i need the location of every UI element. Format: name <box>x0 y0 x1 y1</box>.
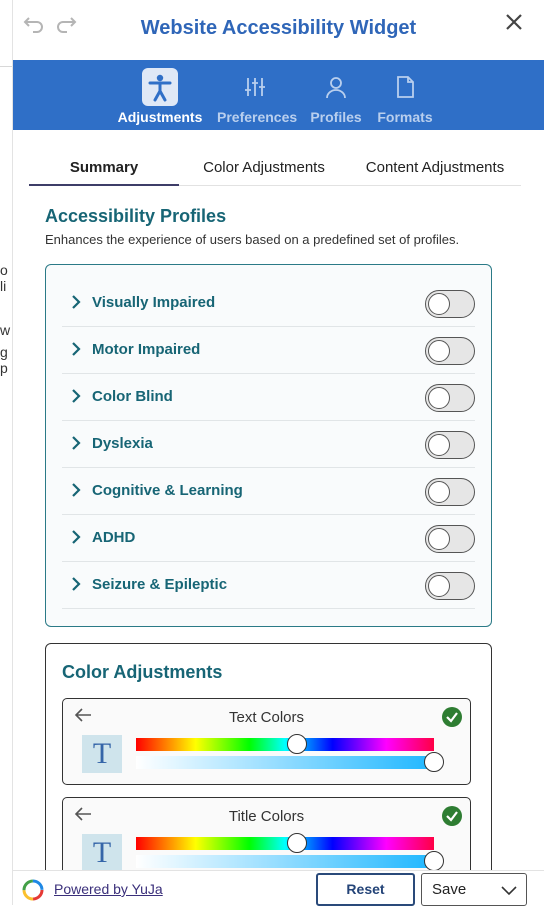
check-icon <box>442 707 462 727</box>
background-text: o li <box>0 262 8 294</box>
save-select[interactable]: Save <box>421 873 527 906</box>
profile-label: Motor Impaired <box>92 341 201 358</box>
profile-label: ADHD <box>92 529 136 546</box>
profile-label: Dyslexia <box>92 435 153 452</box>
profile-toggle[interactable] <box>425 337 475 365</box>
chevron-down-icon <box>500 881 518 899</box>
nav-label: Preferences <box>217 109 298 125</box>
reset-button[interactable]: Reset <box>316 873 415 906</box>
chevron-right-icon[interactable] <box>70 341 84 357</box>
close-icon[interactable] <box>502 10 526 34</box>
profile-row[interactable]: Dyslexia <box>62 421 475 468</box>
color-adjustments-panel: Color Adjustments Text Colors T Title Colo… <box>45 643 492 870</box>
toggle-knob <box>428 528 450 550</box>
widget-footer: Powered by YuJa Reset Save <box>13 870 544 906</box>
profile-label: Cognitive & Learning <box>92 482 243 499</box>
hue-slider[interactable] <box>136 738 434 751</box>
profile-label: Color Blind <box>92 388 173 405</box>
text-type-icon: T <box>82 735 122 773</box>
tab-bar: Summary Color Adjustments Content Adjust… <box>29 150 521 186</box>
toggle-knob <box>428 481 450 503</box>
chevron-right-icon[interactable] <box>70 388 84 404</box>
profile-toggle[interactable] <box>425 478 475 506</box>
toggle-knob <box>428 387 450 409</box>
saturation-slider[interactable] <box>136 855 434 868</box>
profile-row[interactable]: Cognitive & Learning <box>62 468 475 515</box>
hue-slider-thumb[interactable] <box>286 833 307 853</box>
color-card-label: Text Colors <box>228 709 305 726</box>
saturation-slider-thumb[interactable] <box>424 752 444 772</box>
accessibility-person-icon <box>142 68 178 106</box>
save-select-value: Save <box>432 881 467 898</box>
color-adjustments-heading: Color Adjustments <box>62 662 223 682</box>
color-card: Title Colors T <box>62 797 471 870</box>
profile-toggle[interactable] <box>425 384 475 412</box>
saturation-slider-thumb[interactable] <box>424 851 444 870</box>
nav-label: Adjustments <box>117 109 203 125</box>
background-page: o li w g p <box>0 0 12 905</box>
nav-label: Profiles <box>310 109 362 125</box>
chevron-right-icon[interactable] <box>70 576 84 592</box>
profile-row[interactable]: Seizure & Epileptic <box>62 562 475 609</box>
powered-by-link[interactable]: Powered by YuJa <box>54 881 163 897</box>
profile-toggle[interactable] <box>425 290 475 318</box>
saturation-slider[interactable] <box>136 756 434 769</box>
toggle-knob <box>428 293 450 315</box>
color-card: Text Colors T <box>62 698 471 785</box>
profiles-list: Visually Impaired Motor Impaired Color Bli… <box>45 264 492 627</box>
widget-header: Website Accessibility Widget <box>13 0 544 60</box>
document-icon <box>387 68 423 106</box>
content-scroll-area[interactable]: Accessibility Profiles Enhances the expe… <box>13 190 544 870</box>
profiles-heading: Accessibility Profiles <box>45 206 227 226</box>
nav-preferences[interactable]: Preferences <box>217 60 298 130</box>
profile-label: Seizure & Epileptic <box>92 576 228 593</box>
sliders-icon <box>237 68 273 106</box>
chevron-right-icon[interactable] <box>70 482 84 498</box>
tab-content-adjustments[interactable]: Content Adjustments <box>349 150 521 186</box>
toggle-knob <box>428 575 450 597</box>
profile-row[interactable]: Motor Impaired <box>62 327 475 374</box>
profile-row[interactable]: ADHD <box>62 515 475 562</box>
nav-profiles[interactable]: Profiles <box>308 60 364 130</box>
background-divider <box>0 66 12 67</box>
background-text: g p <box>0 344 8 376</box>
accessibility-widget-panel: Website Accessibility Widget Adjustments… <box>12 0 544 906</box>
tab-summary[interactable]: Summary <box>29 150 179 186</box>
profile-toggle[interactable] <box>425 431 475 459</box>
nav-label: Formats <box>377 109 433 125</box>
text-type-icon: T <box>82 834 122 870</box>
hue-slider-thumb[interactable] <box>286 734 307 754</box>
chevron-right-icon[interactable] <box>70 529 84 545</box>
main-nav: Adjustments Preferences Profiles Formats <box>13 60 544 130</box>
check-icon <box>442 806 462 826</box>
toggle-knob <box>428 434 450 456</box>
hue-slider[interactable] <box>136 837 434 850</box>
nav-adjustments[interactable]: Adjustments <box>113 60 207 130</box>
background-text: w <box>0 322 11 338</box>
toggle-knob <box>428 340 450 362</box>
profiles-description: Enhances the experience of users based o… <box>45 232 460 247</box>
widget-title: Website Accessibility Widget <box>140 17 417 39</box>
tab-color-adjustments[interactable]: Color Adjustments <box>189 150 339 186</box>
chevron-right-icon[interactable] <box>70 294 84 310</box>
profile-toggle[interactable] <box>425 525 475 553</box>
color-card-label: Title Colors <box>228 808 305 825</box>
profile-label: Visually Impaired <box>92 294 216 311</box>
profile-toggle[interactable] <box>425 572 475 600</box>
nav-formats[interactable]: Formats <box>377 60 433 130</box>
profile-row[interactable]: Visually Impaired <box>62 280 475 327</box>
user-icon <box>318 68 354 106</box>
yuja-logo-icon <box>21 878 45 902</box>
chevron-right-icon[interactable] <box>70 435 84 451</box>
profile-row[interactable]: Color Blind <box>62 374 475 421</box>
